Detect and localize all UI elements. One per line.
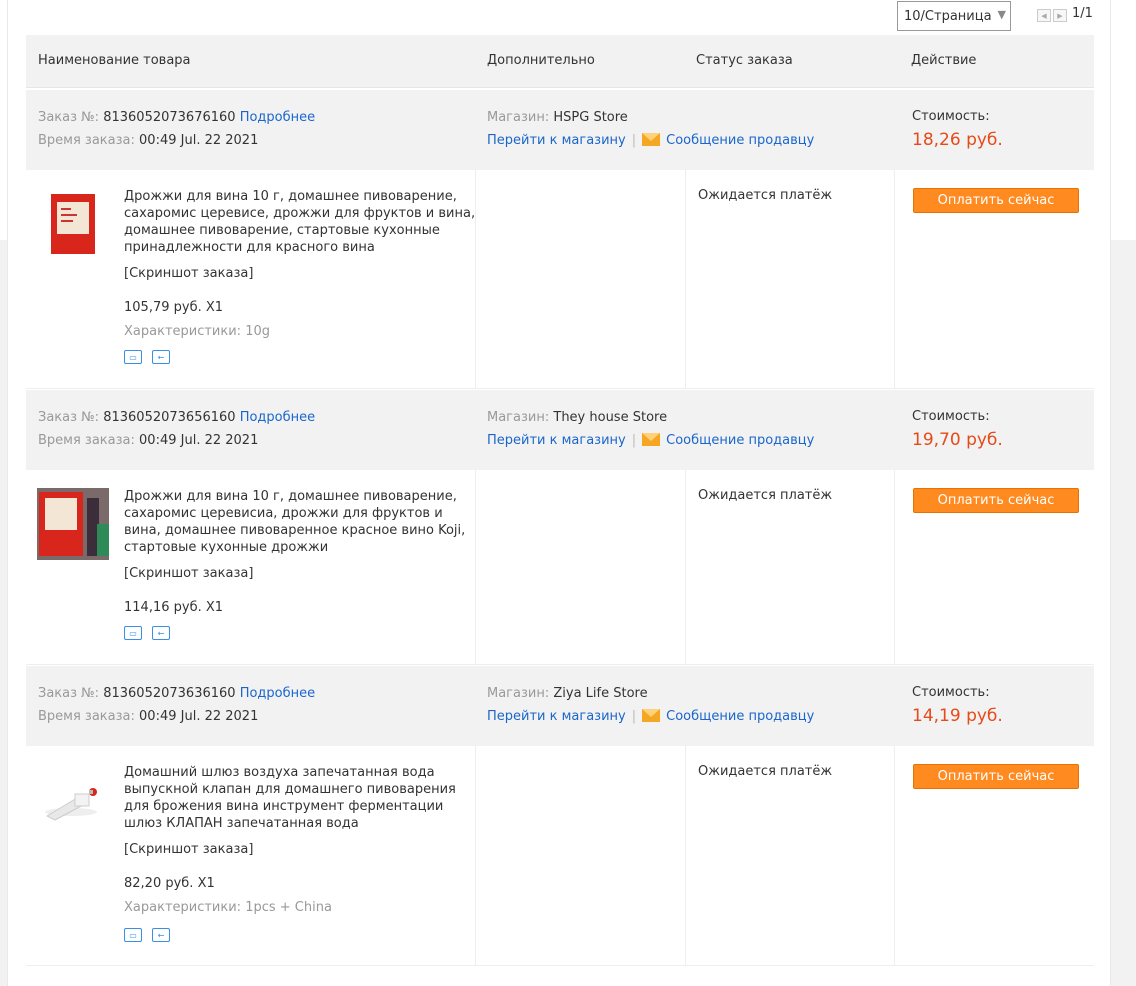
cost-label: Стоимость: — [912, 409, 990, 424]
store-name: HSPG Store — [553, 110, 628, 125]
order-icons: ▭ ← — [124, 350, 170, 364]
product-title-link[interactable]: Домашний шлюз воздуха запечатанная вода … — [124, 764, 479, 832]
order-time: 00:49 Jul. 22 2021 — [139, 709, 259, 724]
envelope-icon — [642, 433, 661, 446]
order-snapshot-link[interactable]: [Скриншот заказа] — [124, 566, 253, 581]
product-title-link[interactable]: Дрожжи для вина 10 г, домашнее пивоварен… — [124, 188, 479, 256]
order-header: Заказ №: 8136052073676160 Подробнее Врем… — [26, 90, 1094, 170]
store-row: Магазин: They house Store — [487, 410, 667, 425]
delivery-truck-icon[interactable]: ▭ — [124, 350, 142, 364]
order-number-label: Заказ №: — [38, 410, 100, 425]
order-details-link[interactable]: Подробнее — [240, 410, 315, 425]
product-price-qty: 114,16 руб. X1 — [124, 600, 224, 615]
order-number-row: Заказ №: 8136052073656160 Подробнее — [38, 410, 315, 425]
store-label: Магазин: — [487, 110, 550, 125]
go-to-store-link[interactable]: Перейти к магазину — [487, 433, 626, 448]
message-seller-link[interactable]: Сообщение продавцу — [666, 433, 814, 448]
order-status: Ожидается платёж — [698, 488, 833, 503]
order-body: Дрожжи для вина 10 г, домашнее пивоварен… — [26, 470, 1094, 665]
orders-panel: 10/Страница ▼ ◀ ▶ 1/1 Наименование товар… — [7, 0, 1111, 986]
order-icons: ▭ ← — [124, 928, 170, 942]
order-time-label: Время заказа: — [38, 433, 135, 448]
page-indicator: 1/1 — [1072, 6, 1093, 21]
order-time-row: Время заказа: 00:49 Jul. 22 2021 — [38, 133, 258, 148]
product-title-link[interactable]: Дрожжи для вина 10 г, домашнее пивоварен… — [124, 488, 479, 556]
product-thumbnail[interactable] — [37, 188, 109, 260]
column-status: Статус заказа — [696, 53, 793, 68]
chevron-down-icon: ▼ — [997, 8, 1006, 21]
order-body: Домашний шлюз воздуха запечатанная вода … — [26, 746, 1094, 966]
product-thumbnail[interactable] — [37, 488, 109, 560]
order-number: 8136052073676160 — [103, 110, 236, 125]
store-name: Ziya Life Store — [553, 686, 648, 701]
delivery-truck-icon[interactable]: ▭ — [124, 928, 142, 942]
order-status: Ожидается платёж — [698, 188, 833, 203]
order-number-row: Заказ №: 8136052073636160 Подробнее — [38, 686, 315, 701]
pay-now-button[interactable]: Оплатить сейчас — [913, 764, 1079, 789]
column-product: Наименование товара — [38, 53, 191, 68]
store-name: They house Store — [553, 410, 668, 425]
order-cost: 19,70 руб. — [912, 430, 1003, 450]
order-icons: ▭ ← — [124, 626, 170, 640]
table-header: Наименование товара Дополнительно Статус… — [26, 35, 1094, 88]
return-icon[interactable]: ← — [152, 350, 170, 364]
order-header: Заказ №: 8136052073656160 Подробнее Врем… — [26, 390, 1094, 470]
store-row: Магазин: HSPG Store — [487, 110, 628, 125]
product-spec: Характеристики: 10g — [124, 324, 270, 339]
order-snapshot-link[interactable]: [Скриншот заказа] — [124, 266, 253, 281]
product-spec: Характеристики: 1pcs + China — [124, 900, 332, 915]
go-to-store-link[interactable]: Перейти к магазину — [487, 133, 626, 148]
prev-page-icon[interactable]: ◀ — [1037, 9, 1051, 22]
next-page-icon[interactable]: ▶ — [1053, 9, 1067, 22]
cost-label: Стоимость: — [912, 109, 990, 124]
store-links-row: Перейти к магазину | Сообщение продавцу — [487, 709, 815, 724]
order-time-row: Время заказа: 00:49 Jul. 22 2021 — [38, 709, 258, 724]
column-extra: Дополнительно — [487, 53, 595, 68]
order-number: 8136052073656160 — [103, 410, 236, 425]
store-links-row: Перейти к магазину | Сообщение продавцу — [487, 433, 815, 448]
product-price-qty: 82,20 руб. X1 — [124, 876, 215, 891]
column-action: Действие — [911, 53, 977, 68]
order-time-label: Время заказа: — [38, 709, 135, 724]
store-label: Магазин: — [487, 410, 550, 425]
order-snapshot-link[interactable]: [Скриншот заказа] — [124, 842, 253, 857]
pay-now-button[interactable]: Оплатить сейчас — [913, 488, 1079, 513]
per-page-select[interactable]: 10/Страница ▼ — [897, 1, 1011, 31]
envelope-icon — [642, 133, 661, 146]
product-price-qty: 105,79 руб. X1 — [124, 300, 224, 315]
order-time-label: Время заказа: — [38, 133, 135, 148]
store-row: Магазин: Ziya Life Store — [487, 686, 648, 701]
order-number: 8136052073636160 — [103, 686, 236, 701]
order-time-row: Время заказа: 00:49 Jul. 22 2021 — [38, 433, 258, 448]
cost-label: Стоимость: — [912, 685, 990, 700]
per-page-value: 10/Страница — [904, 8, 992, 24]
message-seller-link[interactable]: Сообщение продавцу — [666, 133, 814, 148]
order-number-label: Заказ №: — [38, 686, 100, 701]
order-time: 00:49 Jul. 22 2021 — [139, 433, 259, 448]
order-header: Заказ №: 8136052073636160 Подробнее Врем… — [26, 666, 1094, 746]
order-cost: 14,19 руб. — [912, 706, 1003, 726]
order-cost: 18,26 руб. — [912, 130, 1003, 150]
go-to-store-link[interactable]: Перейти к магазину — [487, 709, 626, 724]
order-time: 00:49 Jul. 22 2021 — [139, 133, 259, 148]
return-icon[interactable]: ← — [152, 928, 170, 942]
order-status: Ожидается платёж — [698, 764, 833, 779]
order-details-link[interactable]: Подробнее — [240, 686, 315, 701]
order-body: Дрожжи для вина 10 г, домашнее пивоварен… — [26, 170, 1094, 389]
store-label: Магазин: — [487, 686, 550, 701]
order-number-row: Заказ №: 8136052073676160 Подробнее — [38, 110, 315, 125]
order-details-link[interactable]: Подробнее — [240, 110, 315, 125]
envelope-icon — [642, 709, 661, 722]
store-links-row: Перейти к магазину | Сообщение продавцу — [487, 133, 815, 148]
delivery-truck-icon[interactable]: ▭ — [124, 626, 142, 640]
pay-now-button[interactable]: Оплатить сейчас — [913, 188, 1079, 213]
product-thumbnail[interactable] — [37, 764, 109, 836]
return-icon[interactable]: ← — [152, 626, 170, 640]
order-number-label: Заказ №: — [38, 110, 100, 125]
message-seller-link[interactable]: Сообщение продавцу — [666, 709, 814, 724]
